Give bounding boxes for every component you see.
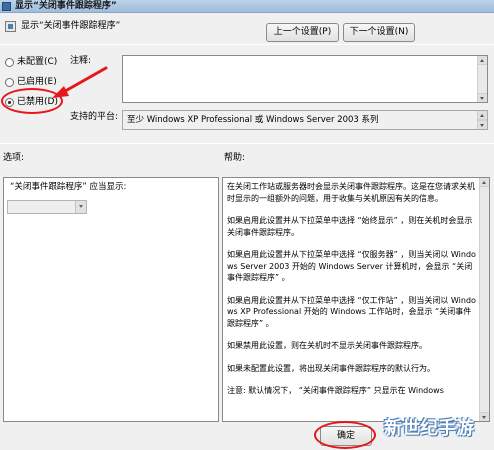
radio-circle[interactable] [5, 57, 14, 67]
help-paragraph: 如果启用此设置并从下拉菜单中选择 “仅服务器” ，则当关闭以 Windows S… [227, 250, 476, 282]
platform-value-box: 至少 Windows XP Professional 或 Windows Ser… [122, 110, 488, 130]
scroll-up-arrow-icon[interactable] [480, 178, 489, 187]
header-divider [0, 44, 494, 45]
watermark-logo: 新世纪手游 [384, 418, 474, 439]
help-scrollbar[interactable] [479, 178, 489, 421]
previous-setting-button[interactable]: 上一个设置(P) [266, 23, 339, 42]
radio-circle-selected[interactable] [5, 97, 14, 107]
comment-scrollbar[interactable] [477, 56, 487, 102]
options-heading: 选项: [3, 153, 25, 163]
help-paragraph: 如果未配置此设置，将出现关闭事件跟踪程序的默认行为。 [227, 363, 435, 373]
chevron-down-icon[interactable] [75, 201, 86, 213]
radio-enabled[interactable]: 已启用(E) [5, 76, 57, 88]
title-bar: 显示“关闭事件跟踪程序” [0, 0, 494, 13]
next-setting-button[interactable]: 下一个设置(N) [343, 23, 415, 42]
radio-circle[interactable] [5, 77, 14, 87]
annotation-arrow-icon [52, 66, 108, 98]
scroll-up-arrow-icon[interactable] [478, 111, 487, 120]
help-paragraph: 如果启用此设置并从下拉菜单中选择 “仅工作站” ，则当关闭以 Windows X… [227, 295, 476, 328]
platform-label: 支持的平台: [70, 112, 119, 122]
platform-scrollbar[interactable] [477, 111, 487, 129]
comment-textarea[interactable] [122, 55, 488, 103]
help-paragraph: 如果禁用此设置，则在关机时不显示关闭事件跟踪程序。 [227, 341, 427, 350]
options-panel: “关闭事件跟踪程序” 应当显示: [3, 177, 219, 422]
scroll-down-arrow-icon[interactable] [480, 412, 489, 421]
ok-button[interactable]: 确定 [320, 426, 372, 446]
help-paragraph: 在关闭工作站或服务器时会显示关闭事件跟踪程序。这是在您请求关机时显示的一组额外的… [227, 182, 475, 203]
scroll-down-arrow-icon[interactable] [478, 120, 487, 129]
scroll-down-arrow-icon[interactable] [478, 93, 487, 102]
help-panel: 在关闭工作站或服务器时会显示关闭事件跟踪程序。这是在您请求关机时显示的一组额外的… [222, 177, 490, 422]
help-paragraph: 如果启用此设置并从下拉菜单中选择 “始终显示” ，则在关机时会显示关闭事件跟踪程… [227, 216, 473, 237]
section-divider [0, 143, 494, 144]
scroll-up-arrow-icon[interactable] [478, 56, 487, 65]
display-mode-select[interactable] [7, 200, 87, 214]
help-heading: 帮助: [224, 153, 246, 163]
help-text: 在关闭工作站或服务器时会显示关闭事件跟踪程序。这是在您请求关机时显示的一组额外的… [227, 181, 477, 408]
options-prompt: “关闭事件跟踪程序” 应当显示: [10, 182, 127, 192]
policy-window-icon [2, 2, 11, 11]
help-paragraph: 注意: 默认情况下， “关闭事件跟踪程序” 只显示在 Windows [227, 386, 444, 395]
policy-setting-icon [5, 21, 16, 32]
platform-value: 至少 Windows XP Professional 或 Windows Ser… [127, 115, 379, 125]
policy-title: 显示“关闭事件跟踪程序” [21, 21, 121, 31]
window-title: 显示“关闭事件跟踪程序” [15, 1, 117, 11]
